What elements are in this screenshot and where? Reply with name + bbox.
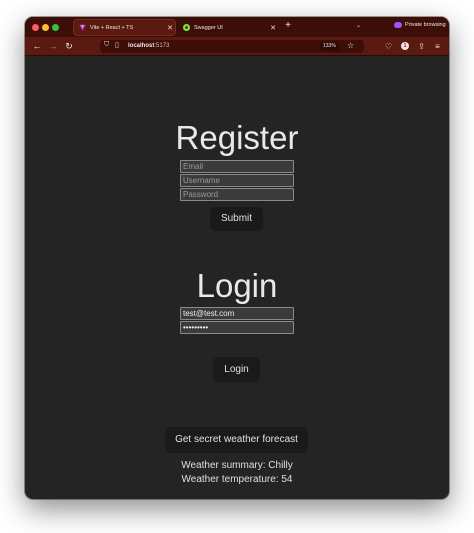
- register-email-input[interactable]: [180, 160, 294, 173]
- pocket-icon[interactable]: ♡: [383, 41, 394, 52]
- navigation-bar: ← → ↻ ⛉ ▯ localhost:5173 133% ☆ ♡ 1 ⇪ ≡: [25, 37, 449, 56]
- tab-title: Vite + React + TS: [90, 24, 134, 31]
- extension-badge-icon[interactable]: 1: [401, 42, 409, 50]
- bookmark-star-icon[interactable]: ☆: [347, 41, 354, 50]
- zoom-level-badge[interactable]: 133%: [320, 42, 339, 51]
- minimize-window-button[interactable]: [42, 24, 49, 31]
- maximize-window-button[interactable]: [52, 24, 59, 31]
- login-email-input[interactable]: [180, 307, 294, 320]
- back-arrow-icon[interactable]: ←: [31, 40, 43, 52]
- tab-strip: Vite + React + TS ✕ Swagger UI ✕ + ⌄ Pri…: [25, 17, 449, 37]
- close-window-button[interactable]: [32, 24, 39, 31]
- login-button[interactable]: Login: [213, 357, 260, 382]
- reload-icon[interactable]: ↻: [63, 40, 75, 52]
- forward-arrow-icon[interactable]: →: [47, 40, 59, 52]
- register-username-input[interactable]: [180, 174, 294, 187]
- url-port: :5173: [154, 43, 170, 49]
- shield-icon[interactable]: ⛉: [104, 41, 109, 49]
- url-bar[interactable]: ⛉ ▯ localhost:5173 133% ☆: [100, 40, 364, 53]
- register-submit-button[interactable]: Submit: [210, 207, 263, 231]
- chevron-down-icon[interactable]: ⌄: [356, 22, 361, 29]
- register-password-input[interactable]: [180, 188, 294, 201]
- swagger-icon: [183, 24, 190, 31]
- page-icon[interactable]: ▯: [115, 41, 119, 49]
- extensions-icon[interactable]: ⇪: [416, 41, 427, 52]
- page-content: Register Submit Login Login Get secret w…: [25, 57, 449, 499]
- tab-title: Swagger UI: [194, 24, 223, 31]
- close-icon[interactable]: ✕: [165, 24, 175, 32]
- vite-icon: [79, 24, 86, 31]
- close-icon[interactable]: ✕: [268, 24, 278, 32]
- tab-swagger-ui[interactable]: Swagger UI ✕: [178, 19, 278, 36]
- login-heading: Login: [196, 267, 278, 304]
- menu-icon[interactable]: ≡: [432, 41, 443, 52]
- url-host: localhost: [128, 43, 155, 49]
- weather-summary-text: Weather summary: Chilly: [181, 460, 293, 471]
- get-weather-forecast-button[interactable]: Get secret weather forecast: [165, 427, 308, 453]
- private-browsing-label: Private browsing: [405, 22, 446, 28]
- register-heading: Register: [175, 119, 299, 156]
- private-mask-icon: [394, 22, 402, 28]
- new-tab-button[interactable]: +: [283, 20, 293, 31]
- private-browsing-indicator: Private browsing: [394, 22, 446, 28]
- login-password-input[interactable]: [180, 321, 294, 334]
- tab-vite-app[interactable]: Vite + React + TS ✕: [73, 19, 176, 36]
- url-text[interactable]: localhost:5173: [128, 43, 169, 49]
- weather-temperature-text: Weather temperature: 54: [181, 474, 293, 485]
- browser-window: Vite + React + TS ✕ Swagger UI ✕ + ⌄ Pri…: [25, 17, 449, 499]
